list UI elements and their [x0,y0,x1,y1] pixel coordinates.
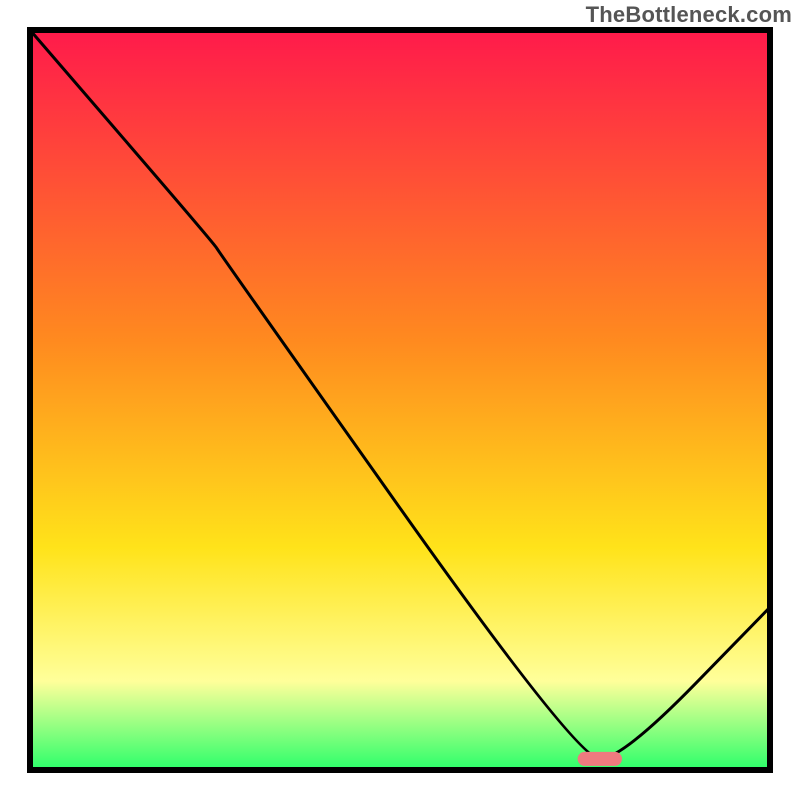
bottleneck-chart [0,0,800,800]
plot-background [30,30,770,770]
watermark-label: TheBottleneck.com [586,2,792,28]
optimum-marker [578,752,622,766]
